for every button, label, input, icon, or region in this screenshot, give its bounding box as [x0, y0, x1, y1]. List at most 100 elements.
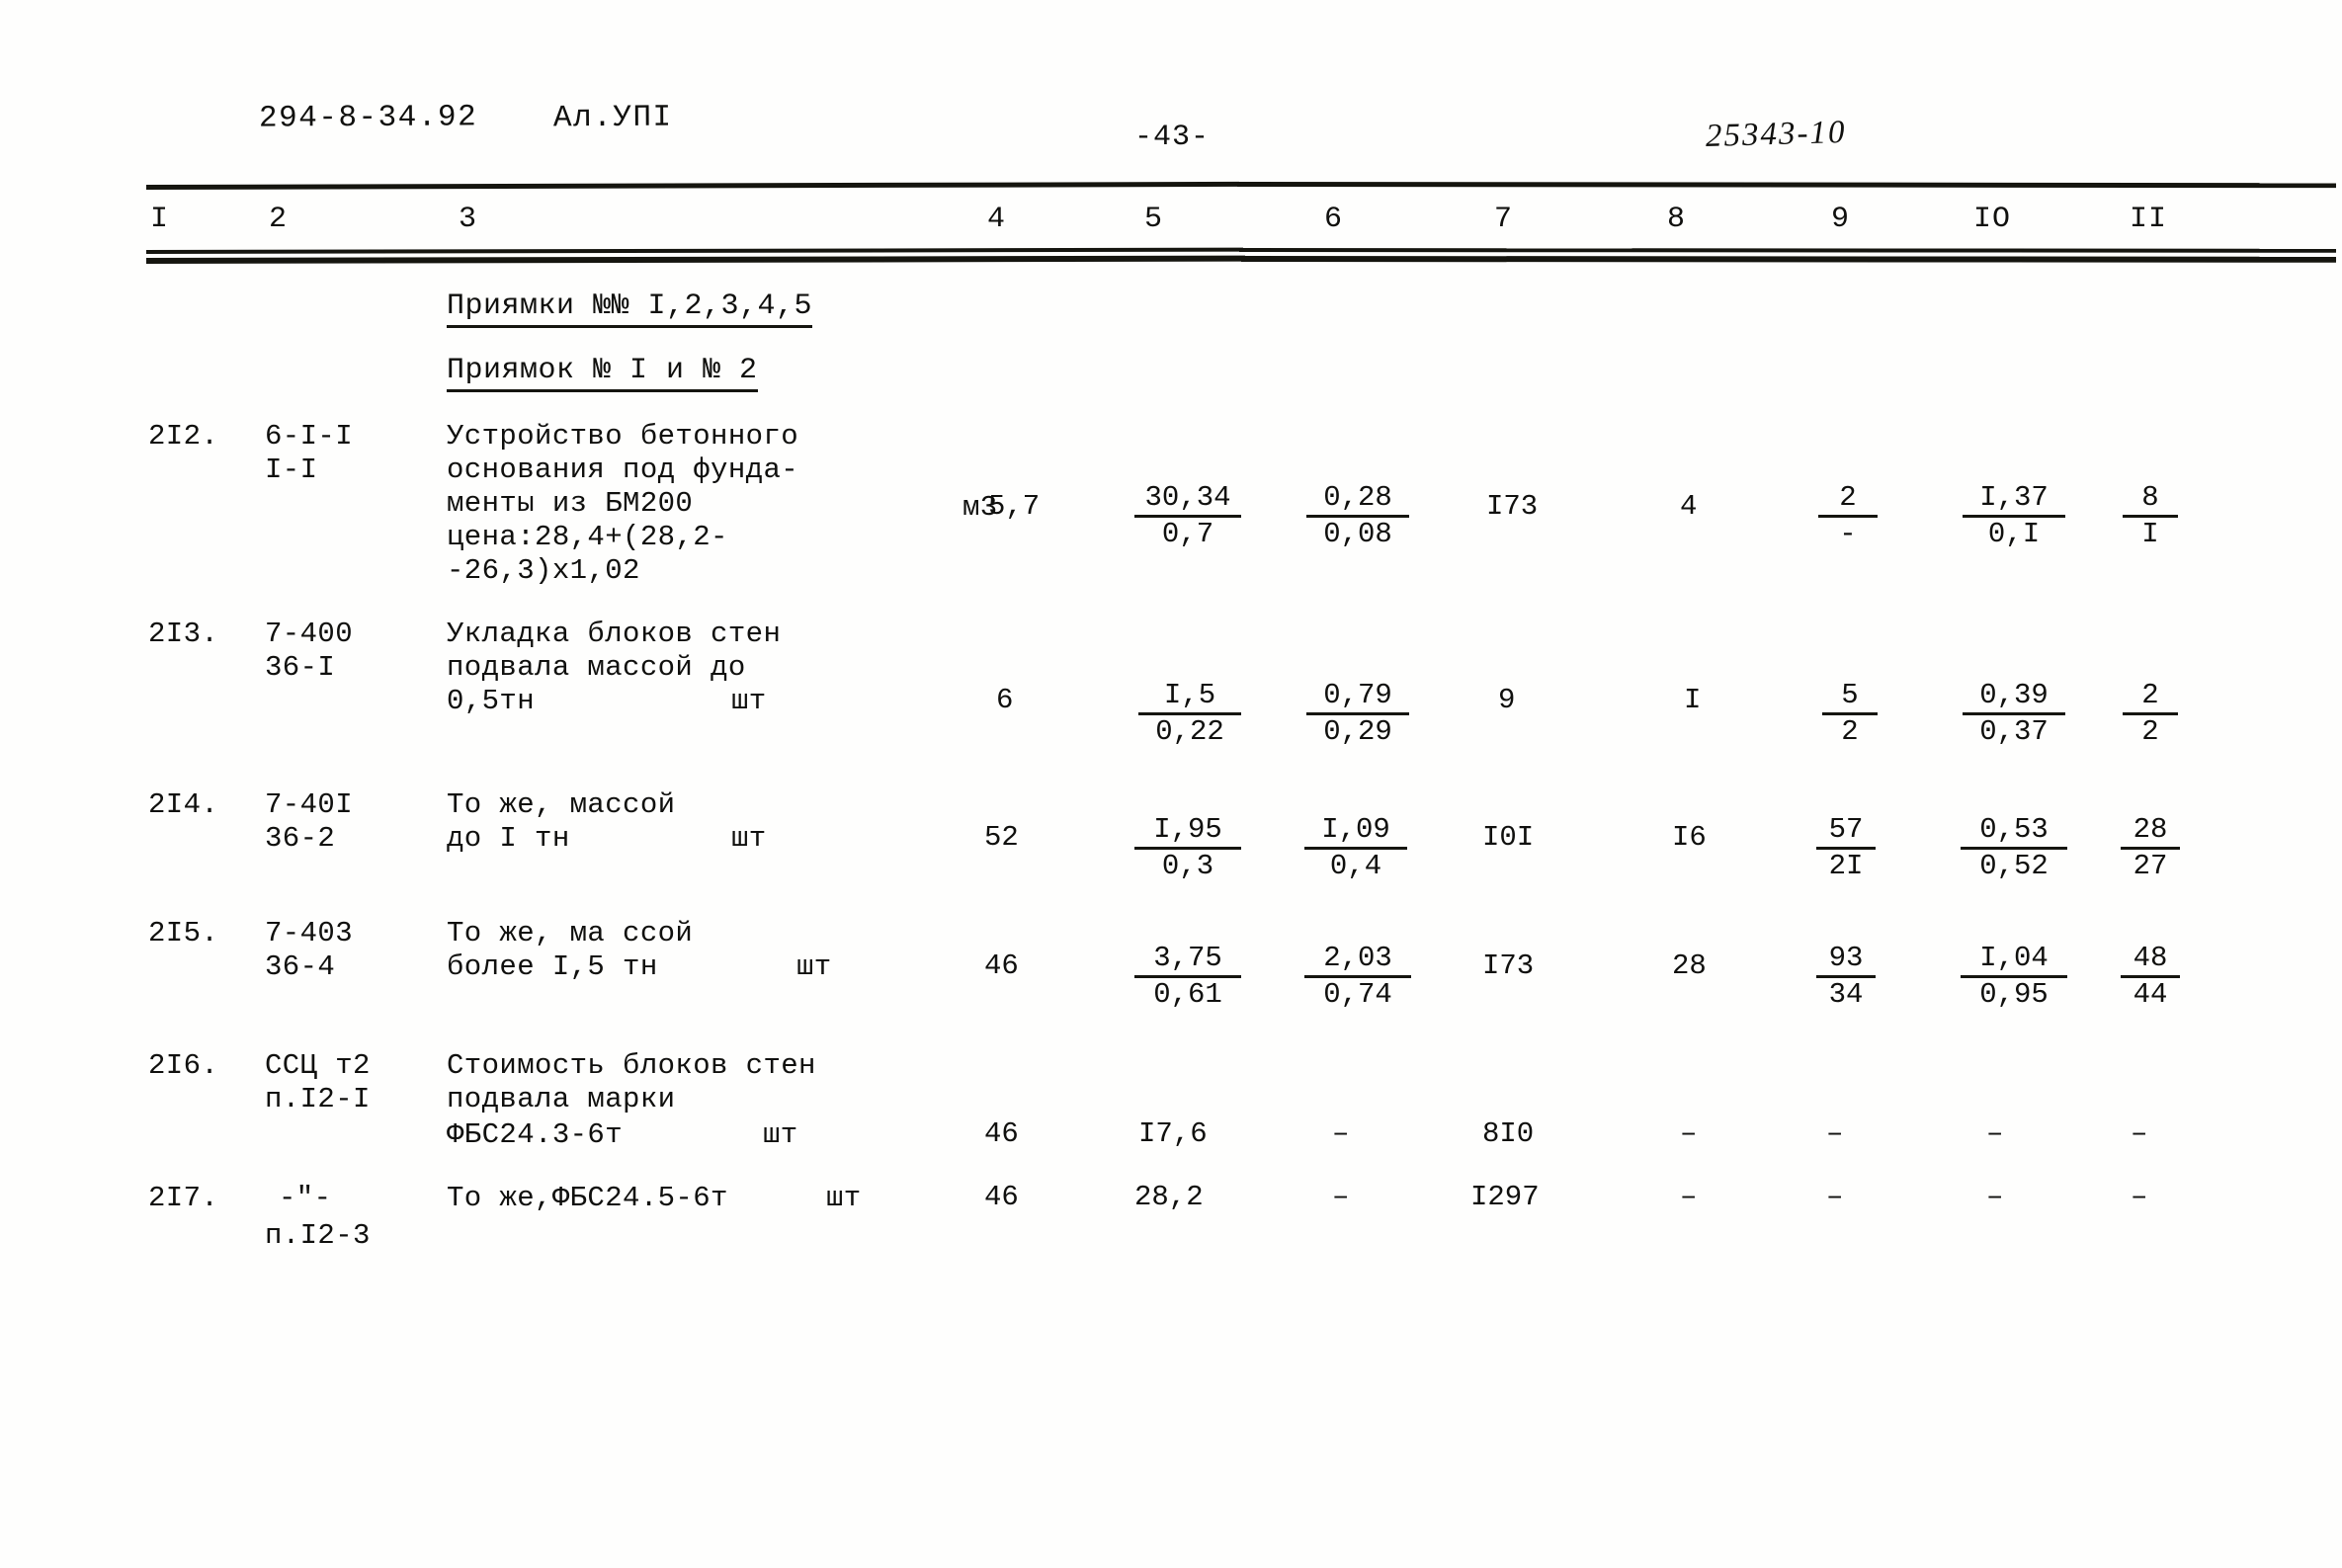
row-value-c7: I0I [1482, 821, 1535, 854]
row-value-c11: 48 44 [2121, 943, 2180, 1011]
section-title-priyamki: Приямки №№ I,2,3,4,5 [447, 289, 813, 328]
album-label: Ал.УПІ [552, 100, 673, 136]
row-unit: шт [731, 685, 767, 717]
column-header-4: 4 [987, 203, 1007, 236]
column-header-8: 8 [1667, 203, 1687, 236]
row-description-line: менты из БМ200 [447, 487, 694, 520]
fraction-numerator: 3,75 [1153, 942, 1222, 974]
table-header-rule2-right [1240, 256, 2337, 263]
row-value-c10: I,04 0,95 [1961, 943, 2067, 1011]
row-value-c6: – [1332, 1181, 1350, 1213]
row-value-c9: 2 - [1818, 482, 1878, 550]
row-description-line: цена:28,4+(28,2- [447, 521, 728, 553]
table-header-rule-left [145, 247, 1244, 254]
column-header-2: 2 [269, 203, 289, 236]
row-description-line: 0,5тн [447, 685, 536, 717]
fraction-numerator: 28 [2133, 813, 2168, 846]
row-value-c9: 57 2I [1816, 814, 1876, 882]
fraction-numerator: I,37 [1979, 481, 2049, 514]
row-description-line: более I,5 тн [447, 950, 658, 983]
order-number-handwritten: 25343-10 [1705, 115, 1847, 154]
row-value-c7: I73 [1486, 490, 1539, 523]
column-header-1: I [150, 203, 170, 236]
fraction-denominator: 27 [2133, 850, 2168, 882]
table-top-rule-left [145, 181, 1240, 190]
column-header-7: 7 [1494, 203, 1514, 236]
row-value-c9: 5 2 [1822, 680, 1878, 748]
fraction-denominator: 0,7 [1161, 518, 1214, 550]
row-unit: шт [796, 950, 832, 983]
table-header-rule-right [1238, 248, 2337, 253]
table-row: 2I7. [148, 1182, 219, 1214]
row-value-c10: 0,39 0,37 [1963, 680, 2065, 748]
fraction-denominator: 0,4 [1329, 850, 1382, 882]
fraction-denominator: 2 [2141, 715, 2159, 748]
row-value-c5: 3,75 0,61 [1134, 943, 1241, 1011]
fraction-denominator: 0,22 [1155, 715, 1224, 748]
row-value-c6: – [1332, 1117, 1350, 1150]
row-code-line2: 36-4 [265, 950, 336, 983]
fraction-numerator: 0,28 [1323, 481, 1392, 514]
row-code-line1: -"- [279, 1182, 332, 1214]
row-value-c10: – [1986, 1117, 2004, 1150]
row-value-c11: 2 2 [2123, 680, 2178, 748]
row-value-c9: 93 34 [1816, 943, 1876, 1011]
row-value-c10: 0,53 0,52 [1961, 814, 2067, 882]
row-code-line1: 6-I-I [265, 420, 354, 453]
row-value-c11: – [2131, 1117, 2148, 1150]
fraction-denominator: 0,95 [1979, 978, 2049, 1011]
row-value-c8: I [1684, 684, 1702, 716]
row-value-c5: I7,6 [1138, 1117, 1208, 1150]
row-value-c4: 6 [996, 684, 1014, 716]
fraction-denominator: 0,29 [1323, 715, 1392, 748]
row-unit: шт [826, 1182, 862, 1214]
row-value-c5: 28,2 [1134, 1181, 1204, 1213]
fraction-numerator: I,95 [1153, 813, 1222, 846]
row-value-c8: – [1680, 1181, 1698, 1213]
row-description-line: основания под фунда- [447, 454, 799, 486]
row-value-c9: – [1826, 1117, 1844, 1150]
row-value-c5: I,95 0,3 [1134, 814, 1241, 882]
row-description-line: То же, массой [447, 788, 676, 821]
row-value-c5: I,5 0,22 [1138, 680, 1241, 748]
table-row: 2I3. [148, 618, 219, 650]
fraction-denominator: 44 [2133, 978, 2168, 1011]
row-unit: шт [763, 1118, 798, 1151]
row-value-c11: – [2131, 1181, 2148, 1213]
fraction-denominator: 0,61 [1153, 978, 1222, 1011]
fraction-denominator: 34 [1828, 978, 1864, 1011]
fraction-numerator: 93 [1828, 942, 1864, 974]
row-code-line2: 36-I [265, 651, 336, 684]
row-code-line2: 36-2 [265, 822, 336, 855]
row-value-c4: 46 [984, 1117, 1019, 1150]
table-top-rule-right [1236, 182, 2337, 189]
fraction-denominator: 0,08 [1323, 518, 1392, 550]
column-header-9: 9 [1831, 203, 1851, 236]
fraction-denominator: 0,37 [1979, 715, 2049, 748]
row-description-line: подвала марки [447, 1083, 676, 1115]
row-description-line: То же,ФБС24.5-6т [447, 1182, 728, 1214]
column-header-10: IO [1973, 203, 2012, 236]
row-value-c8: 4 [1680, 490, 1698, 523]
column-header-5: 5 [1144, 203, 1164, 236]
row-value-c7: 9 [1498, 684, 1516, 716]
row-value-c11: 8 I [2123, 482, 2178, 550]
fraction-denominator: 0,74 [1323, 978, 1392, 1011]
column-header-11: II [2130, 203, 2168, 236]
fraction-numerator: 57 [1828, 813, 1864, 846]
fraction-numerator: 0,39 [1979, 679, 2049, 711]
row-value-c8: 28 [1672, 949, 1707, 982]
fraction-numerator: 8 [2141, 481, 2159, 514]
fraction-denominator: 2 [1841, 715, 1859, 748]
row-value-c4: 46 [984, 1181, 1019, 1213]
row-description-line: Укладка блоков стен [447, 618, 782, 650]
row-value-c10: I,37 0,I [1963, 482, 2065, 550]
row-description-line: ФБС24.3-6т [447, 1118, 624, 1151]
row-value-c4: 46 [984, 949, 1019, 982]
row-value-c6: 2,03 0,74 [1304, 943, 1411, 1011]
fraction-numerator: 0,79 [1323, 679, 1392, 711]
row-value-c8: – [1680, 1117, 1698, 1150]
document-code: 294-8-34.92 [258, 100, 478, 136]
row-value-c6: 0,28 0,08 [1306, 482, 1409, 550]
row-code-line1: 7-40I [265, 788, 354, 821]
